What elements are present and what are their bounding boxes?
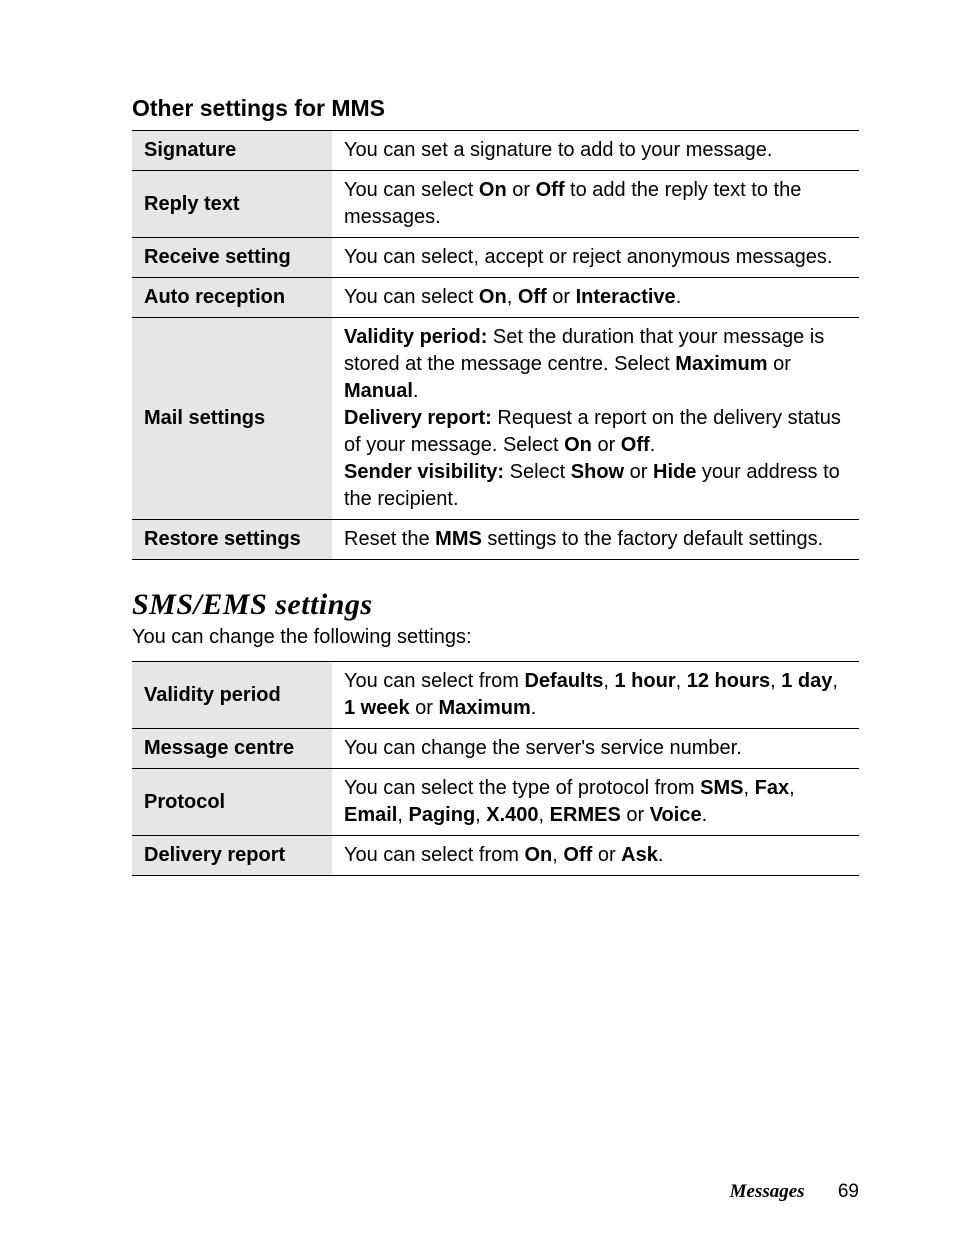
row-label: Receive setting [132, 238, 332, 278]
mms-heading: Other settings for MMS [132, 95, 859, 122]
mms-table: Signature You can set a signature to add… [132, 130, 859, 560]
table-row: Delivery report You can select from On, … [132, 836, 859, 876]
page-number: 69 [838, 1181, 859, 1202]
row-label: Restore settings [132, 520, 332, 560]
row-desc: Reset the MMS settings to the factory de… [332, 520, 859, 560]
table-row: Validity period You can select from Defa… [132, 662, 859, 729]
table-row: Reply text You can select On or Off to a… [132, 171, 859, 238]
page-content: Other settings for MMS Signature You can… [0, 0, 954, 876]
row-desc: You can select, accept or reject anonymo… [332, 238, 859, 278]
table-row: Protocol You can select the type of prot… [132, 769, 859, 836]
row-label: Validity period [132, 662, 332, 729]
table-row: Auto reception You can select On, Off or… [132, 278, 859, 318]
sms-table: Validity period You can select from Defa… [132, 661, 859, 876]
row-label: Protocol [132, 769, 332, 836]
row-label: Signature [132, 131, 332, 171]
row-label: Auto reception [132, 278, 332, 318]
footer-title: Messages [730, 1181, 805, 1202]
table-row: Mail settings Validity period: Set the d… [132, 318, 859, 520]
table-row: Restore settings Reset the MMS settings … [132, 520, 859, 560]
row-desc: You can select On or Off to add the repl… [332, 171, 859, 238]
table-row: Message centre You can change the server… [132, 729, 859, 769]
sms-intro: You can change the following settings: [132, 626, 859, 649]
row-desc: You can set a signature to add to your m… [332, 131, 859, 171]
page-footer: Messages 69 [730, 1181, 859, 1203]
row-desc: You can change the server's service numb… [332, 729, 859, 769]
table-row: Signature You can set a signature to add… [132, 131, 859, 171]
row-desc: You can select On, Off or Interactive. [332, 278, 859, 318]
row-desc: Validity period: Set the duration that y… [332, 318, 859, 520]
row-desc: You can select from On, Off or Ask. [332, 836, 859, 876]
row-desc: You can select the type of protocol from… [332, 769, 859, 836]
sms-heading: SMS/EMS settings [132, 588, 859, 622]
table-row: Receive setting You can select, accept o… [132, 238, 859, 278]
row-label: Delivery report [132, 836, 332, 876]
row-label: Message centre [132, 729, 332, 769]
row-label: Mail settings [132, 318, 332, 520]
row-desc: You can select from Defaults, 1 hour, 12… [332, 662, 859, 729]
row-label: Reply text [132, 171, 332, 238]
